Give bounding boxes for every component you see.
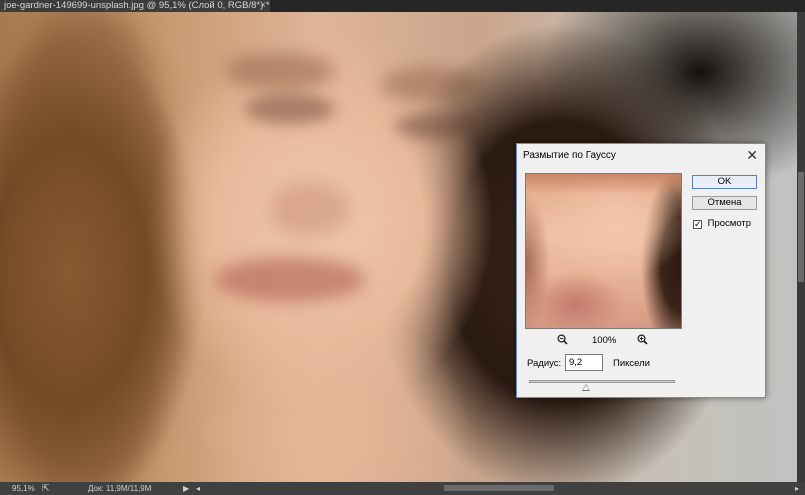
close-tab-icon[interactable]: ×	[260, 0, 266, 12]
radius-unit-label: Пиксели	[613, 358, 650, 369]
preview-checkbox-row[interactable]: ✓ Просмотр	[693, 218, 751, 229]
radius-label: Радиус:	[527, 358, 562, 369]
photo-left-eye	[245, 94, 335, 124]
zoom-out-icon[interactable]	[557, 334, 568, 348]
preview-zoom-value: 100%	[592, 335, 617, 346]
zoom-in-icon-graphic	[637, 334, 648, 345]
gaussian-blur-dialog: Размытие по Гауссу ✕ 100% OK Отмена ✓ Пр…	[516, 143, 766, 398]
preview-shade	[526, 174, 681, 194]
document-tab-bar: joe-gardner-149699-unsplash.jpg @ 95,1% …	[0, 0, 805, 12]
cancel-button[interactable]: Отмена	[692, 196, 757, 210]
export-icon[interactable]: ⇱	[42, 482, 50, 495]
preview-zoom-controls: 100%	[525, 334, 682, 348]
horizontal-scroll-thumb[interactable]	[444, 485, 554, 491]
preview-image	[526, 174, 681, 328]
ok-button[interactable]: OK	[692, 175, 757, 189]
radius-input[interactable]	[565, 354, 603, 371]
preview-checkbox[interactable]: ✓	[693, 220, 702, 229]
radius-slider-track[interactable]	[529, 380, 675, 383]
photo-mouth	[215, 257, 365, 302]
status-bar: 95,1% ⇱ Док: 11,9M/11,9M ▶ ◂ ▸	[0, 482, 805, 495]
zoom-in-icon[interactable]	[637, 334, 648, 348]
document-tab-title: joe-gardner-149699-unsplash.jpg @ 95,1% …	[4, 0, 270, 11]
close-icon[interactable]: ✕	[746, 147, 758, 163]
filter-preview-pane[interactable]	[525, 173, 682, 329]
vertical-scroll-thumb[interactable]	[798, 172, 804, 282]
preview-checkbox-label: Просмотр	[707, 218, 752, 229]
dialog-title: Размытие по Гауссу	[523, 150, 616, 161]
zoom-out-icon-graphic	[557, 334, 568, 345]
photo-left-brow	[225, 52, 335, 90]
vertical-scrollbar[interactable]	[797, 12, 805, 482]
document-tab[interactable]: joe-gardner-149699-unsplash.jpg @ 95,1% …	[0, 0, 270, 12]
zoom-level[interactable]: 95,1%	[12, 482, 35, 495]
scroll-right-arrow-icon[interactable]: ▸	[795, 482, 799, 495]
photo-right-eye	[395, 112, 475, 140]
photo-right-brow	[380, 67, 480, 102]
photo-nose	[270, 182, 350, 237]
play-icon[interactable]: ▶	[183, 482, 189, 495]
photo-hair-region	[0, 12, 170, 482]
scroll-left-arrow-icon[interactable]: ◂	[196, 482, 200, 495]
document-size-info: Док: 11,9M/11,9M	[88, 484, 152, 493]
radius-slider-thumb[interactable]	[581, 384, 590, 391]
